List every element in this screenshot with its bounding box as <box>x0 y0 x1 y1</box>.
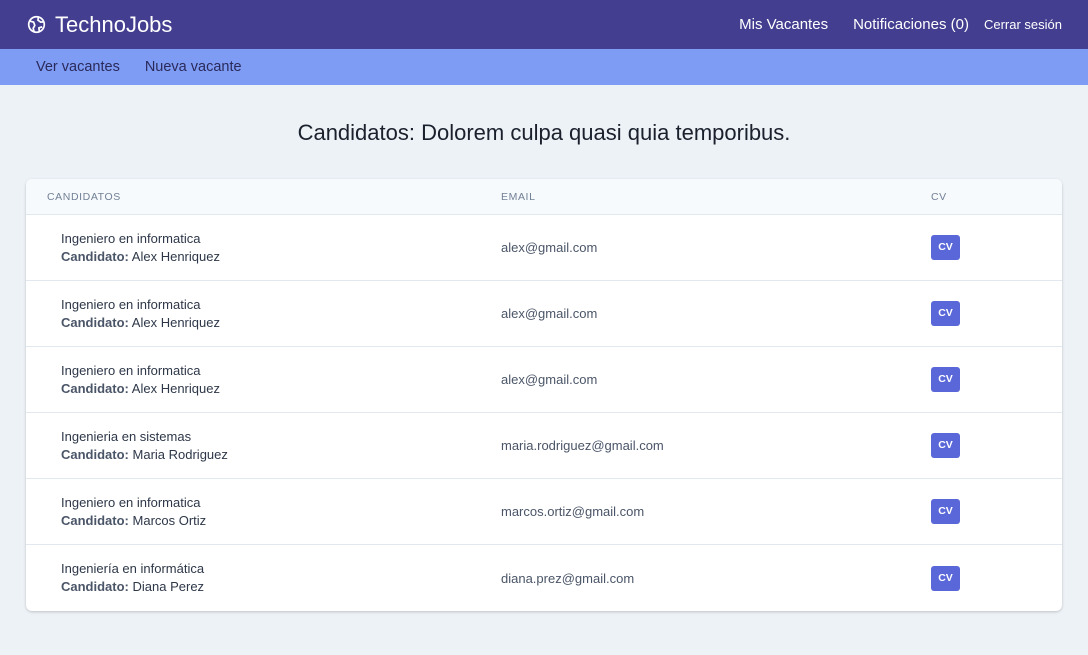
brand-link[interactable]: TechnoJobs <box>27 12 172 38</box>
candidate-name-line: Candidato: Diana Perez <box>61 578 500 596</box>
candidate-name-line: Candidato: Alex Henriquez <box>61 380 500 398</box>
mis-vacantes-link[interactable]: Mis Vacantes <box>739 16 828 33</box>
table-row: Ingeniero en informatica Candidato: Alex… <box>26 281 1062 347</box>
candidate-title: Ingeniero en informatica <box>61 296 201 312</box>
candidate-cell: Ingenieria en sistemas Candidato: Maria … <box>26 428 500 464</box>
cv-button[interactable]: CV <box>931 433 960 458</box>
candidate-title: Ingeniero en informatica <box>61 230 201 246</box>
candidate-label: Candidato: <box>61 314 129 330</box>
candidate-label: Candidato: <box>61 512 129 528</box>
candidate-title: Ingeniero en informatica <box>61 494 201 510</box>
cv-button[interactable]: CV <box>931 565 960 591</box>
candidates-table: CANDIDATOS EMAIL CV Ingeniero en informa… <box>26 179 1062 611</box>
cv-cell: CV <box>930 367 1062 392</box>
header-cv: CV <box>931 190 947 203</box>
candidate-label: Candidato: <box>61 446 129 462</box>
header-email: EMAIL <box>501 190 536 203</box>
table-header: CANDIDATOS EMAIL CV <box>26 179 1062 215</box>
candidate-email: maria.rodriguez@gmail.com <box>501 438 664 453</box>
cv-cell: CV <box>930 433 1062 458</box>
candidate-name: Alex Henriquez <box>131 314 220 330</box>
candidate-name: Diana Perez <box>132 579 205 594</box>
nueva-vacante-link[interactable]: Nueva vacante <box>145 59 242 75</box>
table-row: Ingeniero en informatica Candidato: Alex… <box>26 215 1062 281</box>
table-row: Ingeniería en informática Candidato: Dia… <box>26 545 1062 611</box>
candidate-cell: Ingeniero en informatica Candidato: Alex… <box>26 362 500 398</box>
candidate-name: Maria Rodriguez <box>132 446 228 462</box>
candidate-name-line: Candidato: Alex Henriquez <box>61 248 500 266</box>
candidate-name: Alex Henriquez <box>131 380 220 396</box>
cv-cell: CV <box>930 301 1062 326</box>
top-nav: Mis Vacantes Notificaciones (0) Cerrar s… <box>739 16 1062 33</box>
globe-icon <box>27 15 46 34</box>
table-row: Ingeniero en informatica Candidato: Alex… <box>26 347 1062 413</box>
brand-title: TechnoJobs <box>55 11 173 37</box>
candidate-email: alex@gmail.com <box>501 240 598 255</box>
table-row: Ingeniero en informatica Candidato: Marc… <box>26 479 1062 545</box>
candidate-label: Candidato: <box>61 248 129 264</box>
cv-button[interactable]: CV <box>931 235 960 260</box>
cv-cell: CV <box>930 235 1062 260</box>
top-bar: TechnoJobs Mis Vacantes Notificaciones (… <box>0 0 1088 49</box>
cerrar-sesion-link[interactable]: Cerrar sesión <box>984 17 1062 32</box>
sub-nav: Ver vacantes Nueva vacante <box>0 49 1088 85</box>
cv-button[interactable]: CV <box>931 499 960 524</box>
candidate-cell: Ingeniero en informatica Candidato: Alex… <box>26 296 500 332</box>
candidate-name: Alex Henriquez <box>131 248 220 264</box>
ver-vacantes-link[interactable]: Ver vacantes <box>36 59 120 75</box>
candidate-name-line: Candidato: Marcos Ortiz <box>61 512 500 530</box>
candidate-title: Ingeniero en informatica <box>61 362 201 378</box>
candidate-email: diana.prez@gmail.com <box>501 570 635 586</box>
header-candidatos: CANDIDATOS <box>47 190 121 203</box>
cv-cell: CV <box>930 565 1062 591</box>
candidate-cell: Ingeniero en informatica Candidato: Marc… <box>26 494 500 530</box>
notificaciones-link[interactable]: Notificaciones (0) <box>853 16 969 33</box>
candidate-name: Marcos Ortiz <box>132 512 207 528</box>
candidate-email: alex@gmail.com <box>501 306 598 321</box>
candidate-label: Candidato: <box>61 579 129 594</box>
candidate-title: Ingeniería en informática <box>61 561 205 576</box>
candidate-label: Candidato: <box>61 380 129 396</box>
candidate-email: alex@gmail.com <box>501 372 598 387</box>
cv-button[interactable]: CV <box>931 367 960 392</box>
candidate-cell: Ingeniero en informatica Candidato: Alex… <box>26 230 500 266</box>
table-row: Ingenieria en sistemas Candidato: Maria … <box>26 413 1062 479</box>
page-title: Candidatos: Dolorem culpa quasi quia tem… <box>297 120 791 145</box>
cv-button[interactable]: CV <box>931 301 960 326</box>
cv-cell: CV <box>930 499 1062 524</box>
candidate-cell: Ingeniería en informática Candidato: Dia… <box>26 560 500 596</box>
candidate-email: marcos.ortiz@gmail.com <box>501 504 645 519</box>
candidate-title: Ingenieria en sistemas <box>61 428 192 444</box>
candidate-name-line: Candidato: Maria Rodriguez <box>61 446 500 464</box>
candidate-name-line: Candidato: Alex Henriquez <box>61 314 500 332</box>
